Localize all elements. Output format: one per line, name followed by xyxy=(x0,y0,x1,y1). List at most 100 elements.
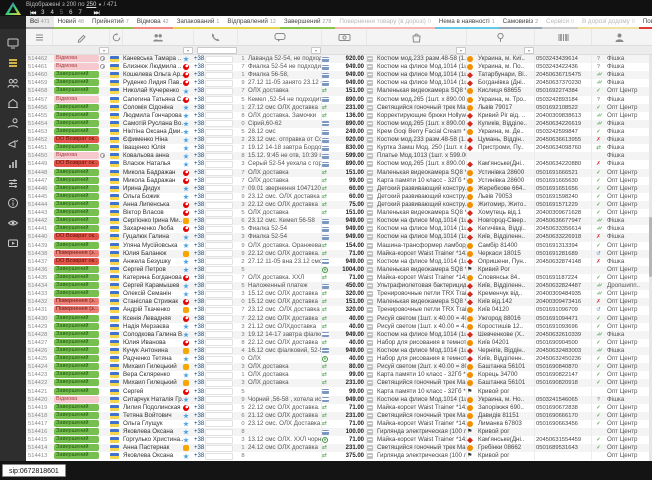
sidebar-item-clients[interactable] xyxy=(3,73,23,92)
sidebar-item-reviews[interactable] xyxy=(3,213,23,232)
column-address[interactable] xyxy=(467,29,535,45)
sidebar-item-marketing[interactable] xyxy=(3,133,23,152)
column-call-status[interactable] xyxy=(110,29,123,45)
order-row[interactable]: 514429ЗавершенийНадія Мерзаєва+38321.12 … xyxy=(26,323,652,331)
sidebar-item-info[interactable] xyxy=(3,193,23,212)
tab-Всі[interactable]: Всі471 xyxy=(26,16,54,29)
column-comment[interactable] xyxy=(238,29,322,45)
order-row[interactable]: 514416ЗавершенийЯковлева Оксана+388100.0… xyxy=(26,428,652,436)
order-row[interactable]: 514446ЗавершенийИрина Дидух+38709.01 зве… xyxy=(26,185,652,193)
product-filter-dropdown[interactable]: ▾ xyxy=(456,47,466,54)
tab-Повернення товару (в дорозі)[interactable]: Повернення товару (в дорозі)0 xyxy=(335,16,434,29)
order-row[interactable]: 514414ЗавершенийАнна Пастернак+38124.12 … xyxy=(26,444,652,452)
order-row[interactable]: 514450ВідмоваКовальова анна+38815.12. 9:… xyxy=(26,152,652,160)
order-row[interactable]: 514415ЗавершенийГоргулько Христина..+383… xyxy=(26,436,652,444)
tab-Відмова[interactable]: Відмова42 xyxy=(133,16,173,29)
order-row[interactable]: 514421ЗавершенийСергей+38599.00Карта пам… xyxy=(26,387,652,395)
tab-В дорозі додому[interactable]: В дорозі додому0 xyxy=(578,16,639,29)
sidebar-item-reports[interactable] xyxy=(3,153,23,172)
sidebar-item-company[interactable] xyxy=(3,93,23,112)
order-row[interactable]: 514453ЗавершенийНікітіна Оксана Дми..+38… xyxy=(26,128,652,136)
sidebar-item-payments[interactable] xyxy=(3,113,23,132)
order-row[interactable]: 514451ЗавершенийІващенко Юлія+38219.12 1… xyxy=(26,144,652,152)
tab-Новий[interactable]: Новий48 xyxy=(54,16,88,29)
order-row[interactable]: 514419ЗавершенийЛилия Подолинская+38522.… xyxy=(26,404,652,412)
product-icon xyxy=(367,243,373,249)
status-filter-dropdown[interactable]: ▾ xyxy=(99,47,109,54)
operator-cell xyxy=(183,242,194,250)
order-row[interactable]: 514461ВідмоваБлизнюк Людмила ..+387Фиалк… xyxy=(26,63,652,71)
order-row[interactable]: 514462ВідмоваКаневська Тамара ..+381Лава… xyxy=(26,55,652,63)
order-row[interactable]: 514417ЗавершенийОльга Глущук+38023.12 см… xyxy=(26,420,652,428)
tab-Завершений[interactable]: Завершений278 xyxy=(280,16,336,29)
column-product[interactable] xyxy=(367,29,467,45)
client-name: Ситарчук Наталія Гр.. xyxy=(123,396,183,404)
sidebar-item-orders[interactable] xyxy=(3,53,23,72)
order-row[interactable]: 514425ЗавершенийРадченко Тетяна+380ОЛХ₴4… xyxy=(26,355,652,363)
order-row[interactable]: 514435ЗавершенийКатерина Богданова+387ОЛ… xyxy=(26,274,652,282)
column-ttn[interactable] xyxy=(535,29,592,45)
order-row[interactable]: 514455ЗавершенийЛюдмила Гончарова+388ОЛХ… xyxy=(26,112,652,120)
sidebar-item-dashboard[interactable] xyxy=(3,33,23,52)
order-row[interactable]: 514436ЗавершенийСергей Петров+385₴1004.0… xyxy=(26,266,652,274)
tab-Нема в наявності[interactable]: Нема в наявності1 xyxy=(435,16,499,29)
order-row[interactable]: 514456ЗавершенийСоломія Сідоніна+38127.1… xyxy=(26,104,652,112)
comment-filter-dropdown[interactable]: ▾ xyxy=(311,47,321,54)
delivery-status-icon: ✗ xyxy=(592,136,605,144)
order-row[interactable]: 514442ЗавершенийСергіонко Ірина Ми..+386… xyxy=(26,217,652,225)
order-row[interactable]: 514457ВідмоваСапегина Татьяна С..+385Кем… xyxy=(26,96,652,104)
order-row[interactable]: 514459ЗавершенийРуденко Лидия Пав..+3892… xyxy=(26,79,652,87)
column-phone[interactable] xyxy=(194,29,238,45)
column-status[interactable] xyxy=(53,29,110,45)
order-row[interactable]: 514443ЗавершенийВіктор Власов+385ОЛХ дос… xyxy=(26,209,652,217)
order-row[interactable]: 514424ЗавершенийМихаил Гилецький+383ОЛХ … xyxy=(26,363,652,371)
order-row[interactable]: 514428ЗавершенийСолодкова Галина В..+383… xyxy=(26,331,652,339)
page-size-link[interactable]: 250 xyxy=(86,2,96,8)
tab-Прийнятий[interactable]: Прийнятий7 xyxy=(88,16,133,29)
column-price[interactable] xyxy=(322,29,367,45)
tab-Сервіси[interactable]: Сервіси0 xyxy=(542,16,578,29)
order-row[interactable]: 514418ЗавершенийТетяна Войтович+38621.12… xyxy=(26,412,652,420)
order-row[interactable]: 514422ЗавершенийМихаил Гилецький+383ОЛХ … xyxy=(26,379,652,387)
sidebar-item-tutorials[interactable] xyxy=(3,233,23,252)
order-row[interactable]: 514445ЗавершенийОльга Божик+38923.12 смс… xyxy=(26,193,652,201)
order-row[interactable]: 514433ЗавершенийОлексій Семанін+38315.12… xyxy=(26,290,652,298)
address-filter-dropdown[interactable]: ▾ xyxy=(524,47,534,54)
order-row[interactable]: 514447ЗавершенийМикола Бадражан+387ОЛХ д… xyxy=(26,177,652,185)
column-source[interactable] xyxy=(592,29,646,45)
order-row[interactable]: 514448ЗавершенийМикола Бадражан+387ОЛХ д… xyxy=(26,169,652,177)
order-row[interactable]: 514460ЗавершенийКошелева Ольга Ар..+381Ф… xyxy=(26,71,652,79)
tab-Самовивіз[interactable]: Самовивіз2 xyxy=(499,16,542,29)
tracking-number xyxy=(535,266,592,274)
order-row[interactable]: 514430ЗавершенийКсенія Левадняя+38722.12… xyxy=(26,315,652,323)
client-filter-dropdown[interactable]: ▾ xyxy=(183,47,193,54)
chevron-down-icon[interactable]: ▼ xyxy=(98,2,102,7)
column-id[interactable] xyxy=(26,29,53,45)
phone-filter-input[interactable] xyxy=(197,47,237,54)
sidebar-item-settings[interactable] xyxy=(3,173,23,192)
tab-Відправлений[interactable]: Відправлений12 xyxy=(223,16,279,29)
order-row[interactable]: 514438Повернення (з..Юлия Баланюк+38922.… xyxy=(26,250,652,258)
order-row[interactable]: 514427ЗавершенийЮлия Иванова+38822.12 см… xyxy=(26,339,652,347)
order-row[interactable]: 514441ЗавершенийЗахарченко Люба+385Фиалк… xyxy=(26,225,652,233)
order-row[interactable]: 514449DO Возврат ок..Власюк Наталья+383С… xyxy=(26,160,652,168)
tab-Запакований[interactable]: Запакований1 xyxy=(173,16,224,29)
order-row[interactable]: 514440DO Возврат ок..Гуцалюк Галина+383Ф… xyxy=(26,233,652,241)
order-row[interactable]: 514426ЗавершенийКучук Антонина+38416.12 … xyxy=(26,347,652,355)
order-row[interactable]: 514458ЗавершенийНиколай Кучеренко+387ОЛХ… xyxy=(26,87,652,95)
order-row[interactable]: 514423ЗавершенийВера Скляренко+381ОЛХ до… xyxy=(26,371,652,379)
delivery-address: Кременчук від.. xyxy=(478,290,535,298)
order-row[interactable]: 514452DO Возврат ок..Єфименко Ніна+38223… xyxy=(26,136,652,144)
order-row[interactable]: 514432Повернення (з..Станіслав Стрижак+3… xyxy=(26,298,652,306)
order-row[interactable]: 514444ЗавершенийАнна Липенська+38322.12 … xyxy=(26,201,652,209)
column-client[interactable] xyxy=(123,29,194,45)
order-row[interactable]: 514437DO Возврат ок..Анжела Безушку+3822… xyxy=(26,258,652,266)
order-row[interactable]: 514439ЗавершенийУляна Мусійовська+389ОЛХ… xyxy=(26,242,652,250)
order-row[interactable]: 514454ЗавершенийСамотій Руслана Во..+380… xyxy=(26,120,652,128)
order-row[interactable]: 514413ЗавершенийЯковлева Оксана+388375.0… xyxy=(26,452,652,460)
order-row[interactable]: 514431Повернення (з..Андрій Ткаченко+387… xyxy=(26,306,652,314)
tab-Повернені[interactable]: Повернені xyxy=(639,16,652,29)
order-row[interactable]: 514420ВідмоваСитарчук Наталія Гр..+389Чо… xyxy=(26,396,652,404)
order-row[interactable]: 514434ЗавершенийСергей Карамышев+385Нало… xyxy=(26,282,652,290)
product-name: Гирлянда электрическая (100 л.. xyxy=(377,428,467,436)
